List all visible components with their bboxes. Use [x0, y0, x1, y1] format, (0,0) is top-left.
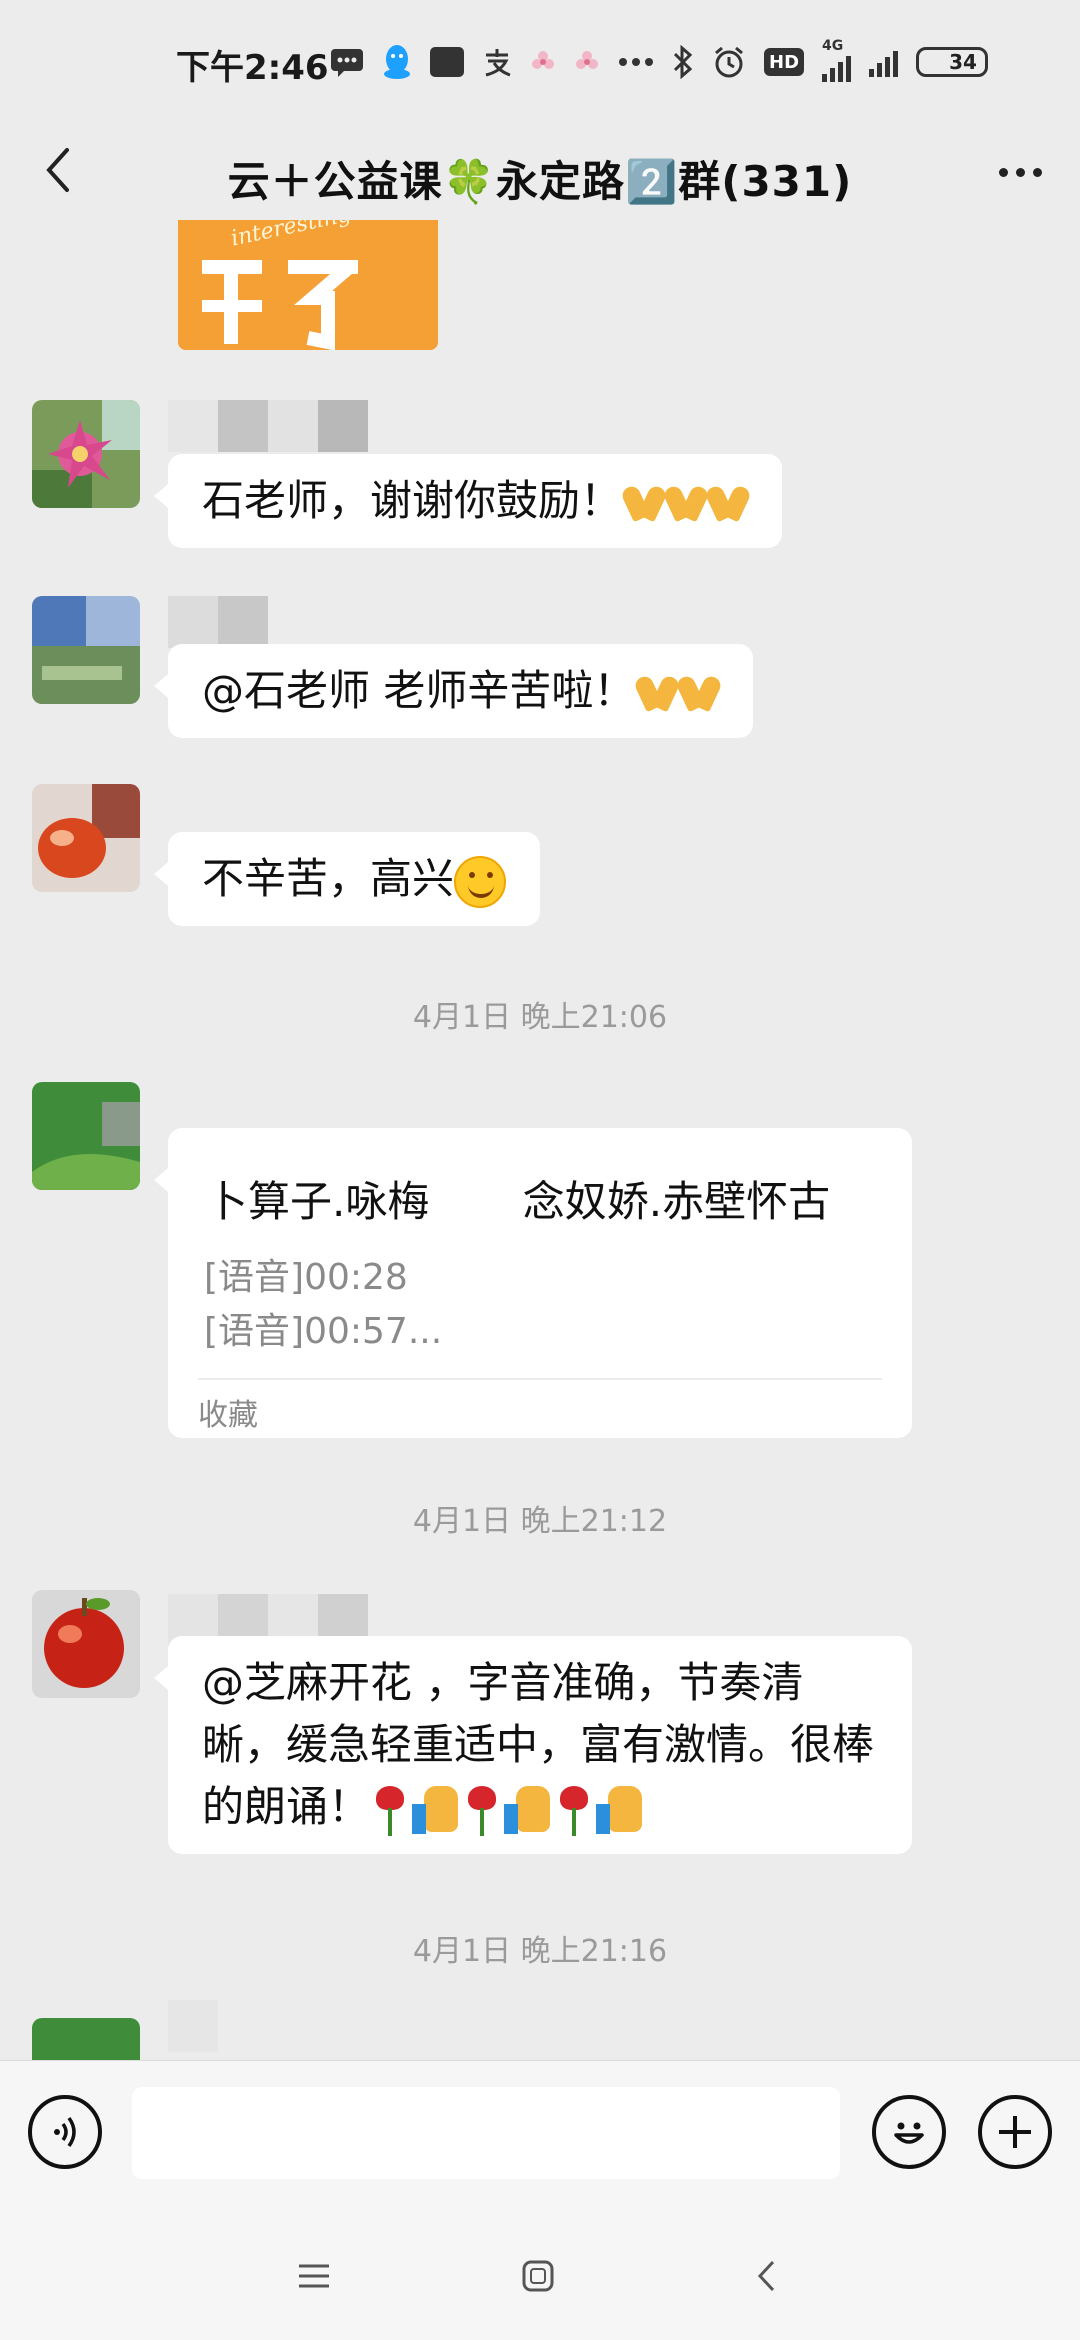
- status-time: 下午2:46: [176, 48, 329, 88]
- record-line: [语音]00:57...: [204, 1311, 443, 1352]
- flower-icon: [530, 42, 556, 82]
- chat-history[interactable]: interesting 石老师，谢谢你鼓励！ @石老师 老师辛苦啦！ 不辛苦，高…: [0, 220, 1080, 2060]
- signal-icon: [869, 42, 899, 82]
- pray-emoji-icon: [708, 484, 748, 524]
- emoji-button[interactable]: [872, 2095, 946, 2169]
- voice-button[interactable]: [28, 2095, 102, 2169]
- avatar[interactable]: [32, 1590, 140, 1698]
- menu-icon: [299, 2264, 329, 2288]
- group-title[interactable]: 云＋公益课🍀永定路2️⃣群(331): [0, 148, 1080, 209]
- avatar[interactable]: [32, 1082, 140, 1190]
- timestamp: 4月1日 晚上21:12: [412, 1504, 668, 1539]
- flower-icon: [574, 42, 600, 82]
- signal-icon: 4G: [822, 38, 852, 82]
- avatar[interactable]: [32, 596, 140, 704]
- mi-icon: [430, 42, 464, 82]
- plus-icon: [999, 2116, 1031, 2148]
- status-icons: HD 4G 34: [330, 38, 989, 82]
- pray-emoji-icon: [637, 674, 677, 714]
- more-functions-button[interactable]: [978, 2095, 1052, 2169]
- message-bubble[interactable]: @石老师 老师辛苦啦！: [153, 644, 754, 738]
- timestamp: 4月1日 晚上21:16: [412, 1934, 668, 1969]
- record-line: [语音]00:28: [204, 1257, 408, 1298]
- battery-icon: 34: [916, 47, 989, 77]
- pray-emoji-icon: [666, 484, 706, 524]
- voice-icon: [54, 2116, 76, 2148]
- network-label: 4G: [822, 38, 844, 54]
- sticker-image[interactable]: interesting: [178, 220, 438, 350]
- rose-emoji-icon: [462, 1782, 502, 1838]
- timestamp: 4月1日 晚上21:06: [412, 1000, 668, 1035]
- battery-level: 34: [949, 50, 977, 74]
- home-nav-button[interactable]: [508, 2246, 568, 2306]
- rose-emoji-icon: [554, 1782, 594, 1838]
- divider: [198, 1378, 882, 1380]
- thumbs-up-emoji-icon: [502, 1784, 554, 1836]
- alarm-icon: [712, 42, 746, 82]
- home-icon: [522, 2260, 554, 2292]
- record-title: 卜算子.咏梅 念奴娇.赤壁怀古: [206, 1177, 831, 1226]
- message-input[interactable]: [132, 2087, 840, 2179]
- more-dots-icon: [618, 42, 654, 82]
- chevron-left-icon: [757, 2260, 775, 2292]
- avatar[interactable]: [32, 400, 140, 508]
- sender-name-blurred: [168, 596, 268, 648]
- sender-name-blurred: [168, 400, 368, 452]
- menu-nav-button[interactable]: [284, 2246, 344, 2306]
- record-footer: 收藏: [198, 1398, 258, 1433]
- message-text: 石老师，谢谢你鼓励！: [202, 476, 623, 525]
- pray-emoji-icon: [624, 484, 664, 524]
- avatar[interactable]: [32, 2018, 140, 2060]
- message-text: 不辛苦，高兴: [202, 854, 455, 903]
- status-bar: 下午2:46 HD 4G 34: [0, 0, 1080, 120]
- emoji-icon: [894, 2122, 924, 2144]
- alipay-icon: [482, 42, 512, 82]
- message-bubble[interactable]: @芝麻开花 ，字音准确，节奏清晰，缓急轻重适中，富有激情。很棒的朗诵！: [154, 1636, 912, 1854]
- input-bar: [0, 2060, 1080, 2210]
- message-icon: [330, 42, 364, 82]
- rose-emoji-icon: [370, 1782, 410, 1838]
- bluetooth-icon: [672, 42, 694, 82]
- thumbs-up-emoji-icon: [410, 1784, 462, 1836]
- system-nav-bar: [0, 2210, 1080, 2340]
- message-bubble[interactable]: 不辛苦，高兴: [153, 832, 541, 926]
- chat-header: 云＋公益课🍀永定路2️⃣群(331): [0, 120, 1080, 220]
- hd-icon: HD: [764, 48, 805, 76]
- pray-emoji-icon: [679, 674, 719, 714]
- smile-emoji-icon: [454, 855, 507, 908]
- more-button[interactable]: [990, 144, 1050, 200]
- sender-name-blurred: [168, 2000, 218, 2052]
- qq-icon: [382, 42, 412, 82]
- avatar[interactable]: [32, 784, 140, 892]
- chat-record-card[interactable]: 卜算子.咏梅 念奴娇.赤壁怀古 [语音]00:28 [语音]00:57... 收…: [154, 1128, 912, 1438]
- message-bubble[interactable]: 石老师，谢谢你鼓励！: [153, 454, 783, 548]
- message-text: @石老师 老师辛苦啦！: [202, 666, 636, 715]
- thumbs-up-emoji-icon: [594, 1784, 646, 1836]
- back-nav-button[interactable]: [736, 2246, 796, 2306]
